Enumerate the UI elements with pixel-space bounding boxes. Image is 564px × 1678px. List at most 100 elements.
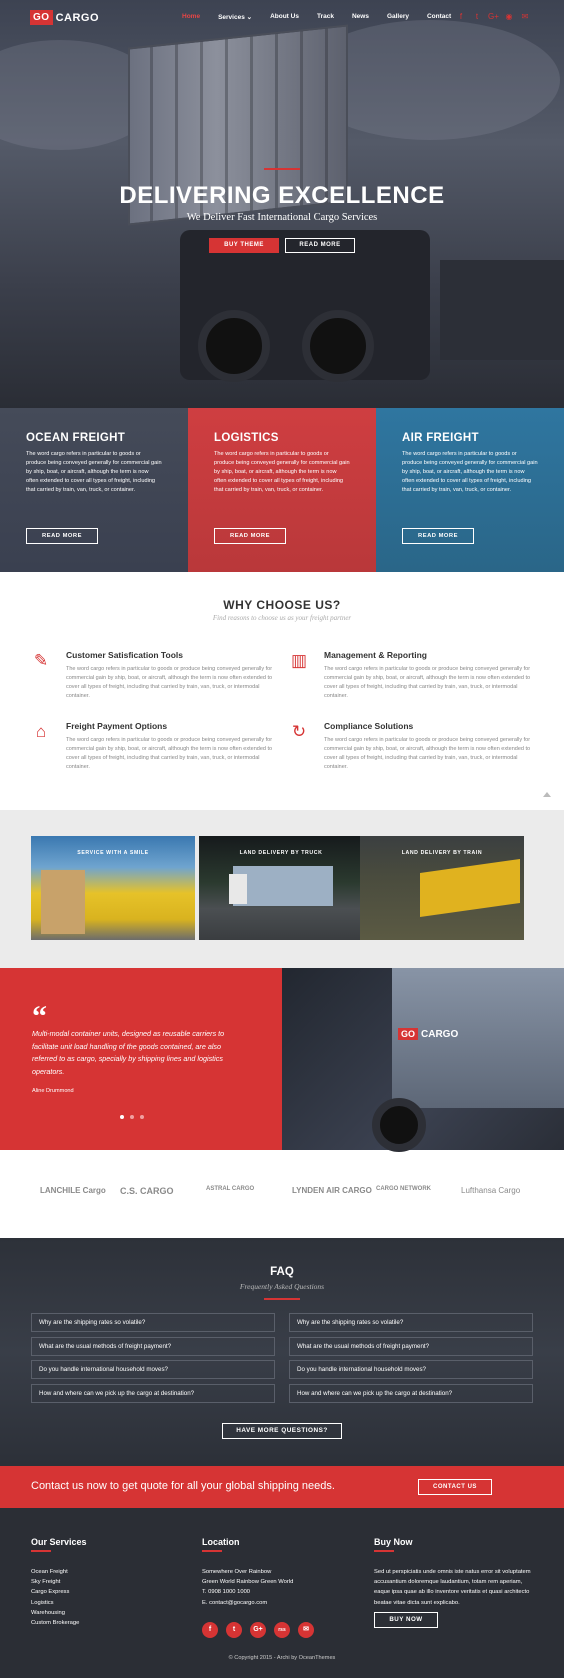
feature-title: Customer Satisfication Tools [66,650,183,660]
service-text: The word cargo refers in particular to g… [26,451,162,493]
faq-question[interactable]: Do you handle international household mo… [31,1360,275,1379]
service-air-freight: AIR FREIGHT The word cargo refers in par… [376,408,564,572]
have-more-questions-button[interactable]: HAVE MORE QUESTIONS? [222,1423,342,1439]
gallery-caption: LAND DELIVERY BY TRAIN [401,850,483,856]
hero-divider [264,168,300,170]
footer-location-title: Location [202,1537,240,1547]
footer-divider [202,1550,222,1552]
pencil-ruler-icon: ✎ [33,651,49,670]
facebook-icon[interactable]: f [202,1622,218,1638]
mail-icon[interactable]: ✉ [298,1622,314,1638]
faq-question[interactable]: How and where can we pick up the cargo a… [289,1384,533,1403]
google-plus-icon[interactable]: G+ [488,12,499,21]
copyright: © Copyright 2015 - Archi by OceanThemes [228,1655,336,1661]
partner-logo-cargo-network: CARGO NETWORK [376,1186,431,1192]
footer-service-link[interactable]: Warehousing [31,1608,79,1618]
nav-services[interactable]: Services ⌄ [218,13,252,21]
faq-question[interactable]: Do you handle international household mo… [289,1360,533,1379]
nav-news[interactable]: News [352,13,369,21]
mail-icon[interactable]: ✉ [520,12,530,21]
footer-service-link[interactable]: Cargo Express [31,1587,79,1597]
refresh-icon: ↻ [291,722,307,741]
footer-service-link[interactable]: Ocean Freight [31,1567,79,1577]
nav-home[interactable]: Home [182,13,200,21]
faq-question[interactable]: How and where can we pick up the cargo a… [31,1384,275,1403]
nav-gallery[interactable]: Gallery [387,13,409,21]
feature-title: Management & Reporting [324,650,427,660]
footer-service-link[interactable]: Sky Freight [31,1577,79,1587]
feature-customer-satisfaction: ✎ Customer Satisfication Tools The word … [30,650,272,710]
nav-about-us[interactable]: About Us [270,13,299,21]
gallery-item-service[interactable]: SERVICE WITH A SMILE [31,836,195,940]
tag-icon: ⌂ [35,722,47,741]
google-plus-icon[interactable]: G+ [250,1622,266,1638]
gallery-item-truck[interactable]: LAND DELIVERY BY TRUCK [199,836,363,940]
why-title: WHY CHOOSE US? [223,598,341,612]
nav-track[interactable]: Track [317,13,334,21]
read-more-button[interactable]: READ MORE [214,528,286,544]
feature-text: The word cargo refers in particular to g… [66,666,273,699]
facebook-icon[interactable]: f [456,12,466,21]
nav-contact[interactable]: Contact [427,13,451,21]
twitter-icon[interactable]: t [472,12,482,21]
feature-title: Compliance Solutions [324,721,414,731]
rss-icon[interactable]: ◉ [504,12,514,21]
service-text: The word cargo refers in particular to g… [402,451,538,493]
service-title: LOGISTICS [214,432,279,444]
faq-question[interactable]: Why are the shipping rates so volatile? [31,1313,275,1332]
footer-service-link[interactable]: Logistics [31,1598,79,1608]
rss-icon[interactable]: rss [274,1622,290,1638]
truck-logo-cargo: CARGO [421,1028,459,1040]
why-subtitle: Find reasons to choose us as your freigh… [212,614,352,622]
read-more-button[interactable]: READ MORE [26,528,98,544]
logo-cargo: CARGO [55,11,100,24]
main-menu: Home Services ⌄ About Us Track News Gall… [182,13,469,21]
read-more-button[interactable]: READ MORE [402,528,474,544]
footer-buy-title: Buy Now [374,1537,413,1547]
faq-question[interactable]: What are the usual methods of freight pa… [31,1337,275,1356]
footer-services-list: Ocean Freight Sky Freight Cargo Express … [31,1567,79,1628]
pager-dot[interactable] [140,1115,144,1119]
gallery-item-train[interactable]: LAND DELIVERY BY TRAIN [360,836,524,940]
buy-now-button[interactable]: BUY NOW [374,1612,438,1628]
buy-theme-button[interactable]: BUY THEME [209,238,279,253]
footer-email[interactable]: E. contact@gocargo.com [202,1598,293,1608]
testimonial-truck-image: GO CARGO [282,968,564,1152]
scroll-up-icon[interactable] [543,792,551,797]
logo-go: GO [30,10,53,25]
footer-service-link[interactable]: Custom Brokerage [31,1618,79,1628]
contact-us-button[interactable]: CONTACT US [418,1479,492,1495]
feature-management-reporting: ▥ Management & Reporting The word cargo … [288,650,530,710]
gallery-truck-cab [229,874,247,904]
footer-divider [31,1550,51,1552]
hero-read-more-button[interactable]: READ MORE [285,238,355,253]
twitter-icon[interactable]: t [226,1622,242,1638]
testimonial-quote: Multi-modal container units, designed as… [32,1029,225,1076]
partner-logo-cs-cargo: C.S. CARGO [120,1186,174,1196]
cta-text: Contact us now to get quote for all your… [31,1480,335,1492]
partner-logo-lanchile: LANCHILE Cargo [40,1186,106,1195]
faq-question[interactable]: What are the usual methods of freight pa… [289,1337,533,1356]
top-navbar: GO CARGO Home Services ⌄ About Us Track … [0,0,564,36]
truck-logo: GO CARGO [398,1028,458,1040]
hero-subtitle: We Deliver Fast International Cargo Serv… [186,212,378,223]
service-title: AIR FREIGHT [402,432,479,444]
footer-divider [374,1550,394,1552]
service-logistics: LOGISTICS The word cargo refers in parti… [188,408,376,572]
footer-services-title: Our Services [31,1537,87,1547]
faq-question[interactable]: Why are the shipping rates so volatile? [289,1313,533,1332]
gallery-train-image [420,858,520,918]
pager-dot[interactable] [120,1115,124,1119]
feature-text: The word cargo refers in particular to g… [324,737,531,770]
footer-buy-text: Sed ut perspiciatis unde omnis iste natu… [374,1569,531,1606]
gallery-box-image [41,870,85,934]
testimonial-author: Aline Drummond [32,1088,74,1094]
gallery-caption: SERVICE WITH A SMILE [77,850,149,856]
footer-location-list: Somewhere Over Rainbow Green World Rainb… [202,1567,293,1608]
gallery-truck-image [233,866,333,906]
site-logo[interactable]: GO CARGO [30,10,99,25]
pager-dot[interactable] [130,1115,134,1119]
testimonial-pager [120,1115,144,1119]
feature-freight-payment: ⌂ Freight Payment Options The word cargo… [30,721,272,781]
partner-logo-lynden: LYNDEN AIR CARGO [292,1186,372,1195]
